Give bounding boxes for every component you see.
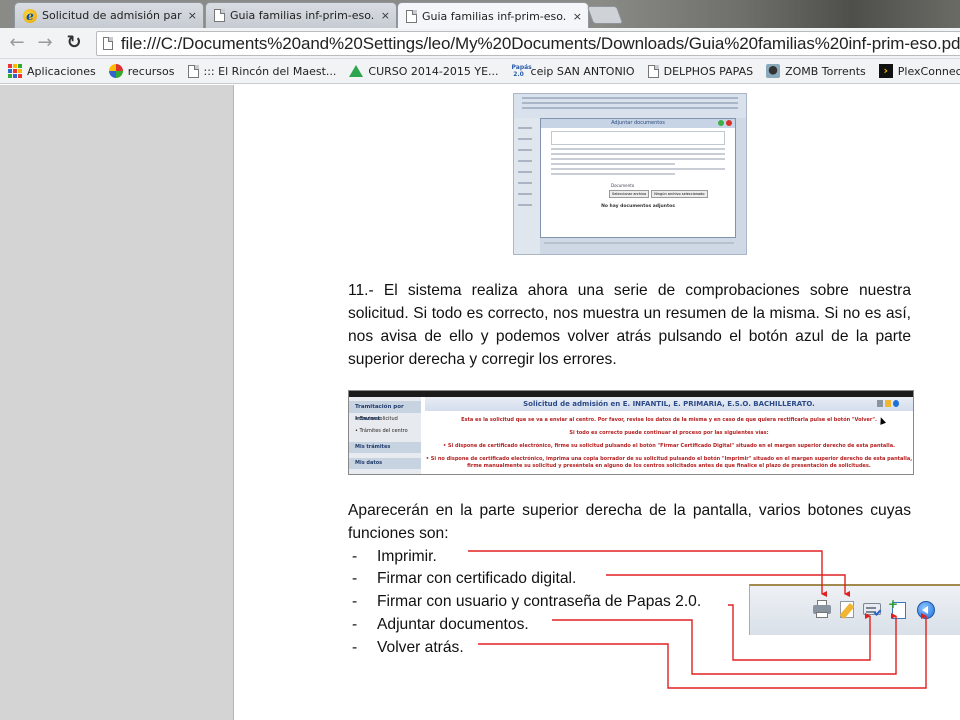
zomb-icon bbox=[766, 64, 781, 78]
bookmark-label: DELPHOS PAPAS bbox=[663, 64, 754, 78]
bookmark-rincon-maestro[interactable]: ::: El Rincón del Maest... bbox=[187, 64, 337, 78]
nav-section: Mis datos bbox=[349, 458, 421, 469]
nav-head: Tramitación por Internet bbox=[349, 401, 421, 422]
tab-title: Guia familias inf-prim-eso.pdf bbox=[230, 9, 375, 22]
paragraph-botones: Aparecerán en la parte superior derecha … bbox=[348, 502, 911, 542]
forward-button[interactable]: → bbox=[34, 32, 56, 54]
solicitud-line: Si todo es correcto puede continuar el p… bbox=[569, 430, 769, 436]
solicitud-title: Solicitud de admisión en E. INFANTIL, E.… bbox=[425, 397, 913, 411]
screenshot-sidebar bbox=[514, 118, 540, 254]
file-input: Seleccionar archivo Ningún archivo selec… bbox=[609, 190, 735, 198]
screenshot-nav: Tramitación por Internet Enviar solicitu… bbox=[349, 397, 421, 474]
dialog-close-icon bbox=[726, 120, 732, 126]
bookmark-plexconnect[interactable]: › PlexConnect on synol... bbox=[878, 64, 960, 78]
attach-document-icon: + bbox=[888, 598, 908, 619]
browser-toolbar: ← → ↻ file:///C:/Documents%20and%20Setti… bbox=[0, 28, 960, 59]
drive-icon bbox=[349, 65, 364, 77]
solicitud-line: Esta es la solicitud que se va a enviar … bbox=[461, 417, 877, 423]
close-icon[interactable]: × bbox=[375, 9, 390, 22]
bookmarks-bar: Aplicaciones recursos ::: El Rincón del … bbox=[0, 59, 960, 84]
file-select-button: Seleccionar archivo bbox=[609, 190, 650, 198]
solicitud-title-text: Solicitud de admisión en E. INFANTIL, E.… bbox=[523, 400, 815, 408]
bookmark-label: Aplicaciones bbox=[27, 64, 96, 78]
apps-icon bbox=[8, 64, 22, 78]
bookmark-label: recursos bbox=[127, 64, 175, 78]
dialog-title-text: Adjuntar documentos bbox=[611, 120, 665, 126]
printer-icon bbox=[812, 599, 832, 619]
screenshot-solicitud-resumen: Tramitación por Internet Enviar solicitu… bbox=[348, 390, 914, 475]
screenshot-main: Solicitud de admisión en E. INFANTIL, E.… bbox=[425, 397, 913, 474]
page-icon bbox=[214, 9, 225, 22]
bookmark-aplicaciones[interactable]: Aplicaciones bbox=[8, 64, 96, 78]
tab-guia-1[interactable]: Guia familias inf-prim-eso.pdf × bbox=[205, 2, 397, 28]
pinwheel-icon bbox=[108, 64, 123, 78]
back-button[interactable]: ← bbox=[6, 32, 28, 54]
paragraph-11: 11.- El sistema realiza ahora una serie … bbox=[348, 282, 911, 368]
no-docs-text: No hay documentos adjuntos bbox=[601, 204, 675, 209]
page-icon bbox=[406, 9, 417, 23]
viewer-left-margin bbox=[0, 85, 234, 720]
tab-title: Solicitud de admisión para En bbox=[42, 9, 182, 22]
bookmark-label: ceip SAN ANTONIO bbox=[530, 64, 635, 78]
url-text[interactable]: file:///C:/Documents%20and%20Settings/le… bbox=[121, 34, 960, 54]
close-icon[interactable]: × bbox=[182, 9, 197, 22]
pencil-sign-icon bbox=[838, 599, 858, 620]
papas-icon: Papás 2.0 bbox=[511, 64, 532, 78]
page-icon bbox=[187, 64, 199, 78]
dialog-ok-icon bbox=[718, 120, 724, 126]
reload-button[interactable]: ↻ bbox=[63, 32, 85, 54]
back-arrow-icon bbox=[893, 400, 899, 407]
printer-icon bbox=[877, 400, 883, 407]
screenshot-adjuntar-documentos: Adjuntar documentos Documento Selecciona… bbox=[513, 93, 747, 255]
toolbar-callout: + bbox=[749, 584, 960, 635]
bookmark-label: ::: El Rincón del Maest... bbox=[203, 64, 337, 78]
bookmark-zomb[interactable]: ZOMB Torrents bbox=[766, 64, 866, 78]
ie-icon: e bbox=[23, 8, 37, 23]
dialog-title: Adjuntar documentos bbox=[541, 119, 735, 128]
documento-label: Documento bbox=[611, 183, 635, 188]
nav-item: Trámites del centro bbox=[349, 425, 421, 437]
bookmark-label: CURSO 2014-2015 YE... bbox=[368, 64, 499, 78]
adjuntar-dialog: Adjuntar documentos Documento Selecciona… bbox=[540, 118, 736, 238]
pencil-sign-icon bbox=[885, 400, 891, 407]
tab-solicitud[interactable]: e Solicitud de admisión para En × bbox=[14, 2, 204, 28]
bookmark-label: ZOMB Torrents bbox=[785, 64, 866, 78]
nav-section: Mis trámites bbox=[349, 442, 421, 453]
bookmark-curso[interactable]: CURSO 2014-2015 YE... bbox=[349, 64, 499, 78]
dialog-info-box bbox=[551, 131, 725, 145]
screenshot-header bbox=[514, 94, 746, 118]
back-arrow-icon bbox=[916, 599, 936, 619]
solicitud-line: • Si dispone de certificado electrónico,… bbox=[443, 443, 895, 449]
address-bar[interactable]: file:///C:/Documents%20and%20Settings/le… bbox=[96, 31, 960, 56]
tab-guia-2[interactable]: Guia familias inf-prim-eso.pdf × bbox=[397, 2, 589, 28]
bookmark-ceip[interactable]: Papás 2.0 ceip SAN ANTONIO bbox=[512, 64, 635, 78]
solicitud-line: • Si no dispone de certificado electróni… bbox=[425, 456, 913, 469]
page-icon bbox=[647, 64, 659, 78]
screenshot-footer bbox=[544, 242, 734, 244]
bookmark-label: PlexConnect on synol... bbox=[897, 64, 960, 78]
tab-title: Guia familias inf-prim-eso.pdf bbox=[422, 9, 567, 23]
file-none-text: Ningún archivo seleccionado bbox=[651, 190, 708, 198]
new-tab-button[interactable] bbox=[586, 6, 624, 24]
close-icon[interactable]: × bbox=[567, 10, 582, 23]
user-card-icon bbox=[862, 599, 882, 619]
page-icon bbox=[103, 37, 113, 50]
tab-strip: e Solicitud de admisión para En × Guia f… bbox=[0, 0, 960, 28]
bookmark-recursos[interactable]: recursos bbox=[108, 64, 175, 78]
bookmark-delphos[interactable]: DELPHOS PAPAS bbox=[647, 64, 754, 78]
plex-icon: › bbox=[878, 64, 893, 78]
window-background-art bbox=[600, 0, 960, 28]
